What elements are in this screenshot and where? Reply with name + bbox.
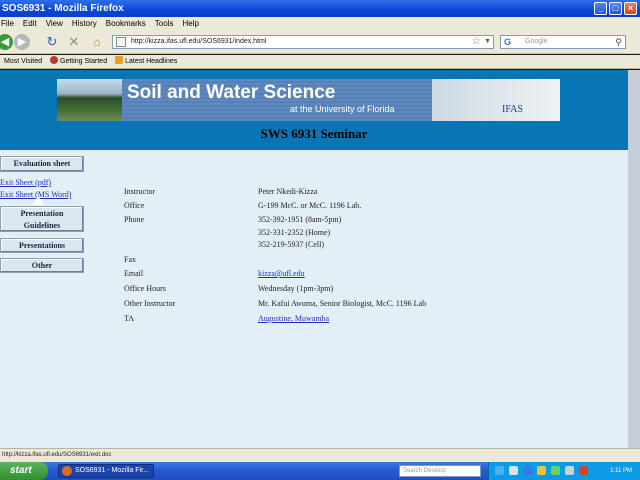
tray-icon-3[interactable]	[523, 466, 532, 475]
page-favicon-icon	[116, 37, 126, 47]
close-button[interactable]: ×	[624, 2, 637, 15]
google-icon[interactable]: G	[504, 36, 511, 48]
minimize-button[interactable]: _	[594, 2, 607, 15]
ifas-logo: IFAS	[502, 104, 523, 115]
ifas-logo-panel	[432, 79, 560, 121]
tray-icon-5[interactable]	[551, 466, 560, 475]
phone-value-1: 352-392-1951 (8am-5pm)	[258, 215, 342, 224]
bookmarks-bar: Most Visited Getting Started Latest Head…	[0, 55, 640, 69]
taskbar-firefox-button[interactable]: SOS6931 - Mozilla Fir...	[58, 464, 154, 478]
email-label: Email	[124, 269, 144, 278]
fax-label: Fax	[124, 255, 136, 264]
search-placeholder: Google	[525, 38, 548, 45]
menu-tools[interactable]: Tools	[155, 17, 174, 30]
desktop-search-input[interactable]: Search Desktop	[399, 465, 481, 477]
page-scrollbar[interactable]	[628, 70, 640, 448]
other-instructor-label: Other Instructor	[124, 299, 176, 308]
presentation-guidelines-button[interactable]: Presentation Guidelines	[0, 206, 84, 232]
tray-icon-6[interactable]	[565, 466, 574, 475]
home-icon[interactable]: ⌂	[89, 34, 105, 50]
bookmark-most-visited[interactable]: Most Visited	[4, 55, 42, 68]
taskbar: start SOS6931 - Mozilla Fir... Search De…	[0, 462, 640, 480]
bookmark-getting-started[interactable]: Getting Started	[50, 55, 107, 68]
navigation-toolbar: ◀ ▶ ↻ ✕ ⌂ http://kizza.ifas.ufl.edu/SOS6…	[0, 30, 640, 54]
bookmark-star-icon[interactable]: ☆	[472, 36, 481, 48]
other-button[interactable]: Other	[0, 258, 84, 273]
tray-icon-1[interactable]	[495, 466, 504, 475]
taskbar-task-label: SOS6931 - Mozilla Fir...	[75, 467, 149, 474]
instructor-label: Instructor	[124, 187, 156, 196]
email-link[interactable]: kizza@ufl.edu	[258, 269, 305, 278]
banner-photo	[57, 79, 122, 121]
banner-title: Soil and Water Science	[127, 82, 336, 103]
system-tray: 1:11 PM	[488, 462, 640, 480]
tray-icon-2[interactable]	[509, 466, 518, 475]
window-titlebar: SOS6931 - Mozilla Firefox _ □ ×	[0, 0, 640, 17]
window-controls: _ □ ×	[594, 2, 637, 15]
ta-label: TA	[124, 314, 135, 323]
office-value: G-199 McC. or McC. 1196 Lab.	[258, 201, 362, 210]
ta-link[interactable]: Augustine, Muwamba	[258, 314, 329, 323]
menu-history[interactable]: History	[72, 17, 97, 30]
bookmark-latest-headlines[interactable]: Latest Headlines	[115, 55, 177, 68]
banner-subtitle: at the University of Florida	[290, 104, 395, 114]
status-bar: http://kizza.ifas.ufl.edu/SOS6931/exit.d…	[0, 448, 640, 462]
rss-icon	[115, 56, 124, 64]
mouse-cursor-icon	[33, 195, 43, 205]
menu-edit[interactable]: Edit	[23, 17, 37, 30]
search-input[interactable]: G Google ⚲	[500, 35, 626, 49]
office-label: Office	[124, 201, 145, 210]
search-icon[interactable]: ⚲	[615, 36, 622, 48]
phone-value-2: 352-331-2352 (Home)	[258, 228, 331, 237]
evaluation-sheet-button[interactable]: Evaluation sheet	[0, 156, 84, 172]
page-banner: Soil and Water Science at the University…	[0, 70, 628, 150]
exit-sheet-pdf-link[interactable]: Exit Sheet (pdf)	[0, 178, 51, 187]
office-hours-value: Wednesday (1pm-3pm)	[258, 284, 334, 293]
menu-help[interactable]: Help	[182, 17, 198, 30]
phone-label: Phone	[124, 215, 144, 224]
banner-image: Soil and Water Science at the University…	[57, 79, 560, 121]
url-input[interactable]: http://kizza.ifas.ufl.edu/SOS6931/index.…	[112, 35, 494, 49]
office-hours-label: Office Hours	[124, 284, 166, 293]
web-page: Soil and Water Science at the University…	[0, 70, 628, 448]
status-text: http://kizza.ifas.ufl.edu/SOS6931/exit.d…	[2, 452, 112, 458]
presentations-button[interactable]: Presentations	[0, 238, 84, 253]
page-title: SWS 6931 Seminar	[260, 126, 368, 141]
stop-icon[interactable]: ✕	[66, 34, 82, 50]
menu-bar: File Edit View History Bookmarks Tools H…	[0, 17, 640, 30]
menu-bookmarks[interactable]: Bookmarks	[106, 17, 146, 30]
instructor-value: Peter Nkedi-Kizza	[258, 187, 318, 196]
url-text: http://kizza.ifas.ufl.edu/SOS6931/index.…	[131, 38, 267, 45]
reload-icon[interactable]: ↻	[44, 34, 60, 50]
getting-started-icon	[50, 56, 58, 64]
url-dropdown-icon[interactable]: ▼	[484, 36, 491, 48]
menu-view[interactable]: View	[46, 17, 63, 30]
other-instructor-value: Mr. Kafui Awuma, Senior Biologist, McC. …	[258, 299, 427, 308]
tray-icon-4[interactable]	[537, 466, 546, 475]
phone-value-3: 352-219-5937 (Cell)	[258, 240, 324, 249]
maximize-button[interactable]: □	[609, 2, 622, 15]
tray-icon-7[interactable]	[579, 466, 588, 475]
firefox-icon	[62, 466, 72, 476]
window-title: SOS6931 - Mozilla Firefox	[2, 3, 124, 14]
back-arrow-icon[interactable]: ◀	[0, 34, 13, 50]
menu-file[interactable]: File	[1, 17, 14, 30]
taskbar-clock: 1:11 PM	[610, 468, 632, 474]
start-button[interactable]: start	[0, 462, 48, 480]
forward-arrow-icon[interactable]: ▶	[14, 34, 30, 50]
